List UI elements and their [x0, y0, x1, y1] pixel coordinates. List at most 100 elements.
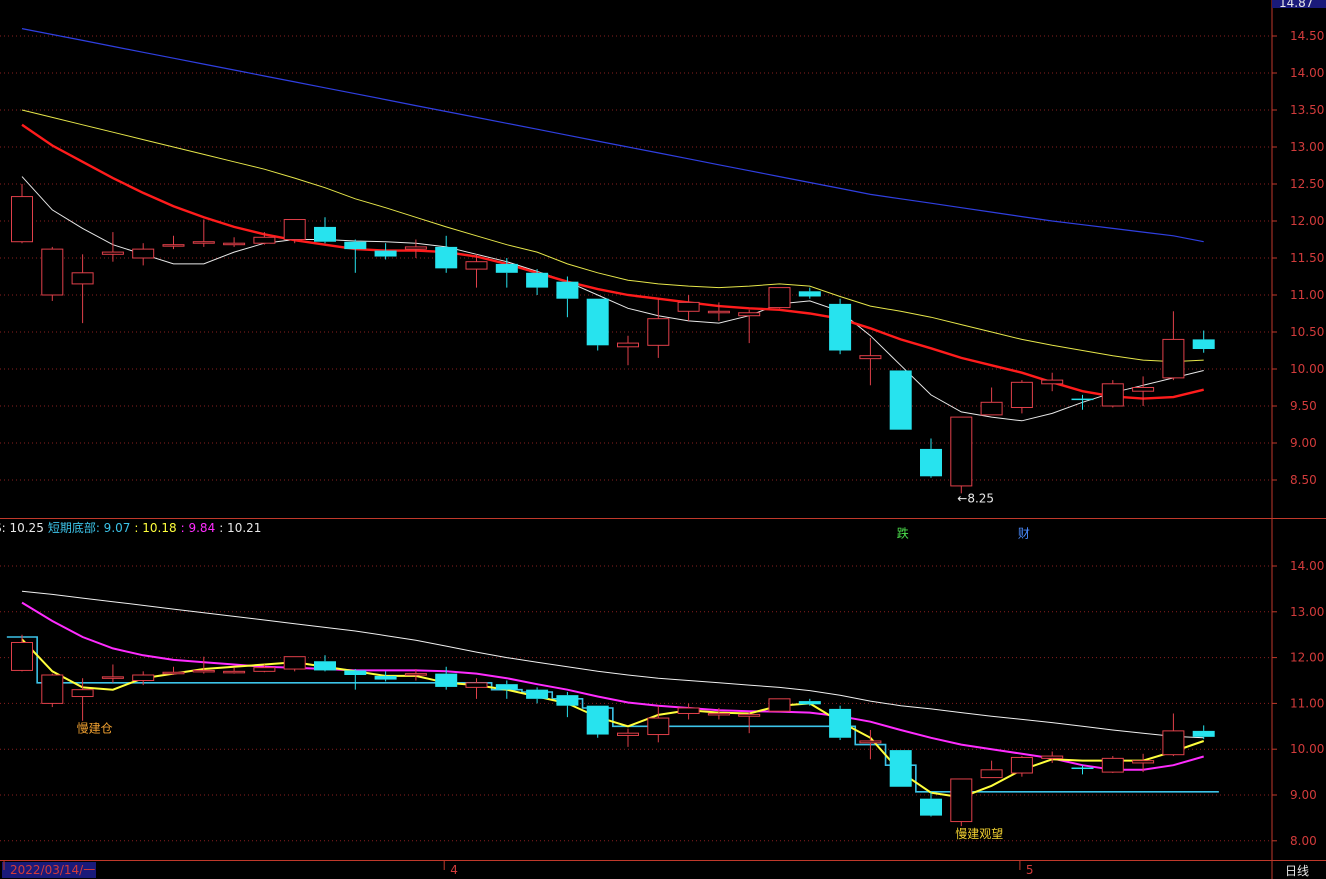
candle-body — [829, 708, 852, 738]
candle-body — [404, 673, 427, 676]
candle-body — [920, 798, 942, 816]
candle-body — [556, 695, 579, 706]
candle — [1101, 756, 1124, 774]
y-tick-label: 10.00 — [1290, 742, 1324, 756]
candle-body — [192, 241, 215, 244]
legend-item: : 10.21 — [219, 521, 261, 535]
candle-body — [344, 241, 367, 250]
candle — [1101, 380, 1124, 408]
y-tick-label: 8.00 — [1290, 834, 1317, 848]
candle-body — [101, 251, 124, 255]
y-tick-label: 12.00 — [1290, 214, 1324, 228]
candle-body — [677, 301, 700, 312]
candle-body — [11, 196, 33, 243]
candle — [829, 705, 852, 741]
candle — [41, 673, 64, 708]
candle — [950, 778, 973, 827]
candle-body — [1071, 398, 1094, 401]
candle — [283, 656, 306, 672]
candle-body — [495, 263, 518, 273]
candle-body — [162, 244, 185, 247]
candle-body — [162, 671, 185, 675]
y-tick-label: 11.50 — [1290, 251, 1324, 265]
y-tick-label: 13.00 — [1290, 140, 1324, 154]
candle-body — [889, 370, 912, 430]
upper-annotation: 财 — [1018, 526, 1030, 540]
candle-body — [132, 674, 155, 682]
candle-body — [556, 281, 579, 299]
candle-body — [647, 717, 670, 736]
candle-body — [950, 778, 973, 823]
y-tick-label: 9.00 — [1290, 788, 1317, 802]
y-tick-label: 9.00 — [1290, 436, 1317, 450]
candle-body — [314, 226, 336, 242]
candle — [950, 416, 973, 494]
y-tick-label: 14.00 — [1290, 66, 1324, 80]
candle-body — [738, 713, 761, 717]
candle-body — [647, 318, 670, 346]
candle-body — [859, 740, 882, 744]
y-tick-label: 10.50 — [1290, 325, 1324, 339]
candle-body — [314, 661, 336, 671]
y-tick-label: 11.00 — [1290, 288, 1324, 302]
candle-body — [1162, 338, 1185, 379]
x-tick-label: 5 — [1026, 863, 1034, 877]
candle-body — [1101, 383, 1124, 407]
candle-body — [768, 698, 791, 712]
period-label[interactable]: 日线 — [1285, 864, 1309, 878]
x-tick-label: 4 — [450, 863, 458, 877]
lower-annotation: 慢建观望 — [955, 827, 1003, 841]
candle-body — [980, 401, 1003, 416]
candle-body — [1192, 730, 1215, 737]
candle-body — [526, 272, 549, 288]
candle-body — [707, 310, 730, 314]
candle-body — [465, 682, 488, 688]
candle-body — [283, 219, 306, 241]
candle-body — [1041, 755, 1064, 759]
y-tick-label: 12.50 — [1290, 177, 1324, 191]
candle-body — [283, 656, 306, 670]
candle-body — [71, 689, 94, 698]
x-tick-label: 2022/03/14/一 — [10, 863, 95, 877]
candle-body — [1162, 730, 1185, 756]
upper-annotation: 跌 — [897, 525, 909, 540]
candle-body — [495, 684, 518, 690]
candle-body — [1132, 760, 1155, 764]
candle-body — [71, 272, 94, 285]
candle — [768, 698, 791, 712]
candle-body — [404, 246, 427, 250]
candle — [586, 298, 609, 351]
candle-body — [374, 675, 397, 680]
candle-body — [41, 674, 64, 704]
candle-body — [132, 248, 155, 259]
candle-body — [980, 769, 1003, 779]
candle-body — [889, 750, 912, 787]
candle-body — [707, 712, 730, 716]
candle-body — [738, 312, 761, 317]
legend-item: 短期底部: 9.07 — [48, 520, 131, 535]
candle-body — [1192, 339, 1215, 350]
candle-body — [374, 250, 397, 257]
y-tick-label: 11.00 — [1290, 696, 1324, 710]
candle-body — [920, 448, 942, 477]
lower-annotation: 慢建仓 — [77, 722, 113, 736]
kline-chart: ←8.25 跌 财慢建仓慢建观望 14.50 14.00 13.50 13.00 12.50… — [0, 0, 1326, 879]
candle-body — [11, 641, 33, 671]
candle — [829, 298, 852, 355]
candle — [283, 219, 306, 244]
candle-body — [617, 342, 639, 348]
y-tick-label: 10.00 — [1290, 362, 1324, 376]
legend-item: : 10.18 — [134, 521, 176, 535]
y-tick-label: 8.50 — [1290, 473, 1317, 487]
candle-body — [798, 701, 821, 705]
candle-body — [435, 673, 458, 687]
candle-body — [526, 689, 549, 699]
candle-body — [344, 670, 367, 676]
y-tick-label: 12.00 — [1290, 651, 1324, 665]
y-tick-label: 14.00 — [1290, 559, 1324, 573]
candle-body — [859, 355, 882, 360]
candle-body — [41, 248, 64, 296]
candle-body — [586, 298, 609, 346]
candle-body — [1101, 757, 1124, 773]
candle-body — [617, 732, 639, 736]
